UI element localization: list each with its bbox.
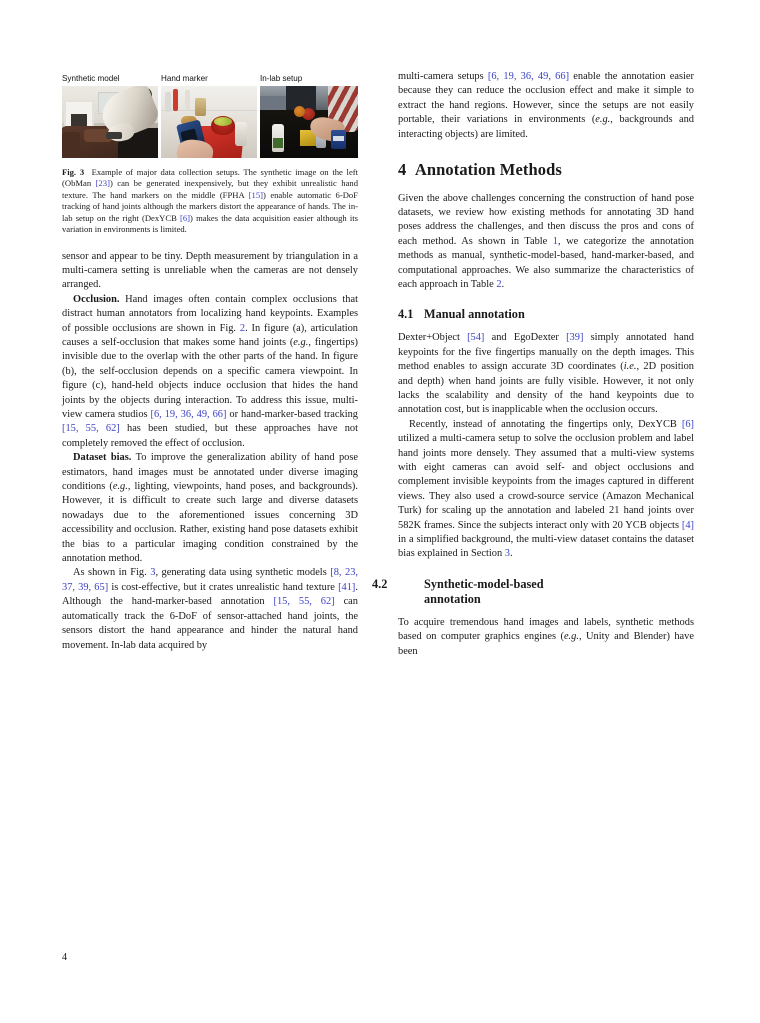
citation-reference[interactable]: [15] — [249, 190, 263, 200]
citation-reference[interactable]: [6, 19, 36, 49, 66] — [488, 71, 569, 82]
body-text: , fingertips) invisible due to the overl… — [62, 336, 359, 420]
panel-label-hand-marker: Hand marker — [161, 73, 208, 83]
figure-panel-images — [62, 86, 358, 158]
body-text: Recently, instead of annotating the fing… — [409, 418, 682, 430]
body-text: , generating data using synthetic models — [155, 567, 331, 579]
right-column: multi-camera setups [6, 19, 36, 49, 66] … — [372, 70, 694, 659]
italic-text: i.e. — [623, 361, 637, 373]
subsection-42-title-line-2: annotation — [424, 591, 481, 606]
figure-3-caption: Fig. 3 Example of major data collection … — [62, 167, 358, 236]
citation-reference[interactable]: [15, 55, 62] — [62, 423, 120, 434]
held-object-shape — [106, 132, 122, 139]
paragraph-synthetic-models: As shown in Fig. 3, generating data usin… — [62, 566, 358, 652]
subsection-heading-synthetic-model-based: 4.2 Synthetic-model-based annotation — [372, 576, 694, 607]
citation-reference[interactable]: [4] — [682, 520, 694, 531]
bold-lead-in: Occlusion. — [73, 293, 120, 305]
bottle-shape-1 — [165, 92, 171, 112]
body-text: is cost-effective, but it crates unreali… — [108, 581, 339, 593]
subsection-42-title-line-1: Synthetic-model-based — [424, 576, 544, 591]
section-heading-annotation-methods: 4 Annotation Methods — [398, 160, 694, 179]
panel-label-synthetic-model: Synthetic model — [62, 73, 120, 83]
subsection-41-body: Dexter+Object [54] and EgoDexter [39] si… — [398, 331, 694, 562]
figure-caption-prefix: Fig. 3 — [62, 167, 85, 177]
body-text: , lighting, viewpoints, hand poses, and … — [62, 481, 358, 565]
sofa-arm-shape — [62, 132, 80, 158]
subsection-41-number: 4.1 — [398, 307, 414, 322]
citation-reference[interactable]: [6, 19, 36, 49, 66] — [151, 409, 227, 420]
citation-reference[interactable]: [54] — [467, 332, 484, 343]
body-text: and EgoDexter — [484, 332, 567, 344]
body-text: multi-camera setups — [398, 71, 488, 82]
citation-reference[interactable]: [39] — [566, 332, 583, 343]
lab-shelf-shape — [260, 96, 286, 110]
subsection-42-number: 4.2 — [372, 576, 388, 591]
body-text: Dexter+Object — [398, 332, 468, 344]
paragraph-annotation-methods-intro: Given the above challenges concerning th… — [398, 192, 694, 293]
section-title: Annotation Methods — [414, 160, 562, 180]
left-column: Synthetic model Hand marker In-lab setup — [62, 70, 358, 653]
italic-text: e.g. — [293, 336, 309, 348]
body-text: in a simplified background, the multi-vi… — [398, 534, 694, 560]
blue-can-shape — [331, 130, 346, 149]
left-column-body: sensor and appear to be tiny. Depth meas… — [62, 250, 358, 653]
citation-reference[interactable]: [15, 55, 62] — [274, 596, 335, 607]
body-text: sensor and appear to be tiny. Depth meas… — [62, 250, 358, 291]
figure-body-gap — [62, 236, 358, 250]
right-bottle-shape — [235, 122, 247, 146]
section-number-gap — [406, 160, 414, 179]
paragraph-multi-camera-setups: multi-camera setups [6, 19, 36, 49, 66] … — [398, 70, 694, 142]
subsection-heading-manual-annotation: 4.1 Manual annotation — [398, 307, 694, 322]
subsection-42-body: To acquire tremendous hand images and la… — [398, 616, 694, 659]
body-text: As shown in Fig. — [73, 567, 151, 579]
subsection-42-space-before — [398, 562, 694, 577]
fruit-shape — [214, 117, 232, 126]
panel-label-in-lab-setup: In-lab setup — [260, 73, 303, 83]
bottle-shape-3 — [185, 90, 190, 110]
body-text: . — [509, 548, 513, 560]
figure-3: Synthetic model Hand marker In-lab setup — [62, 70, 358, 236]
bold-lead-in: Dataset bias. — [73, 452, 132, 464]
orange-object-shape — [294, 106, 305, 117]
paragraph-synthetic-model-based-1: To acquire tremendous hand images and la… — [398, 616, 694, 659]
kitchen-hand-marker-device-image — [161, 86, 257, 158]
subsection-41-space-before — [398, 292, 694, 307]
paragraph-manual-annotation-2: Recently, instead of annotating the fing… — [398, 418, 694, 562]
italic-text: e.g. — [112, 481, 128, 493]
citation-reference[interactable]: [6] — [682, 419, 694, 430]
figure-panel-labels: Synthetic model Hand marker In-lab setup — [62, 70, 358, 84]
paper-page: Synthetic model Hand marker In-lab setup — [0, 0, 760, 1023]
body-text: . — [501, 278, 505, 290]
section-heading-space-before — [398, 142, 694, 160]
figure-caption-gap — [84, 167, 91, 177]
page-number: 4 — [62, 952, 68, 963]
bottle-shape-2 — [173, 89, 178, 111]
paragraph-manual-annotation-1: Dexter+Object [54] and EgoDexter [39] si… — [398, 331, 694, 417]
subsection-42-space-after — [398, 607, 694, 616]
body-text: utilized a multi-camera setup to solve t… — [398, 433, 694, 531]
jar-shape — [195, 98, 206, 116]
section-heading-space-after — [398, 180, 694, 192]
subsection-41-title: Manual annotation — [424, 307, 525, 322]
citation-reference[interactable]: [6] — [180, 213, 190, 223]
subsection-41-space-after — [398, 322, 694, 331]
body-text: or hand-marker-based tracking — [226, 409, 358, 420]
paragraph-depth-sensor-continued: sensor and appear to be tiny. Depth meas… — [62, 250, 358, 293]
paragraph-dataset-bias: Dataset bias. To improve the generalizat… — [62, 451, 358, 566]
italic-text: e.g. — [563, 631, 579, 643]
citation-reference[interactable]: [41] — [338, 582, 355, 593]
italic-text: e.g. — [595, 114, 611, 126]
synthetic-living-room-hand-image — [62, 86, 158, 158]
citation-reference[interactable]: [23] — [96, 178, 110, 188]
in-lab-tabletop-ycb-objects-image — [260, 86, 358, 158]
figure-caption-body: Example of major data collection setups.… — [62, 167, 358, 234]
paragraph-occlusion: Occlusion. Hand images often contain com… — [62, 293, 358, 451]
soap-bottle-shape — [272, 124, 284, 152]
